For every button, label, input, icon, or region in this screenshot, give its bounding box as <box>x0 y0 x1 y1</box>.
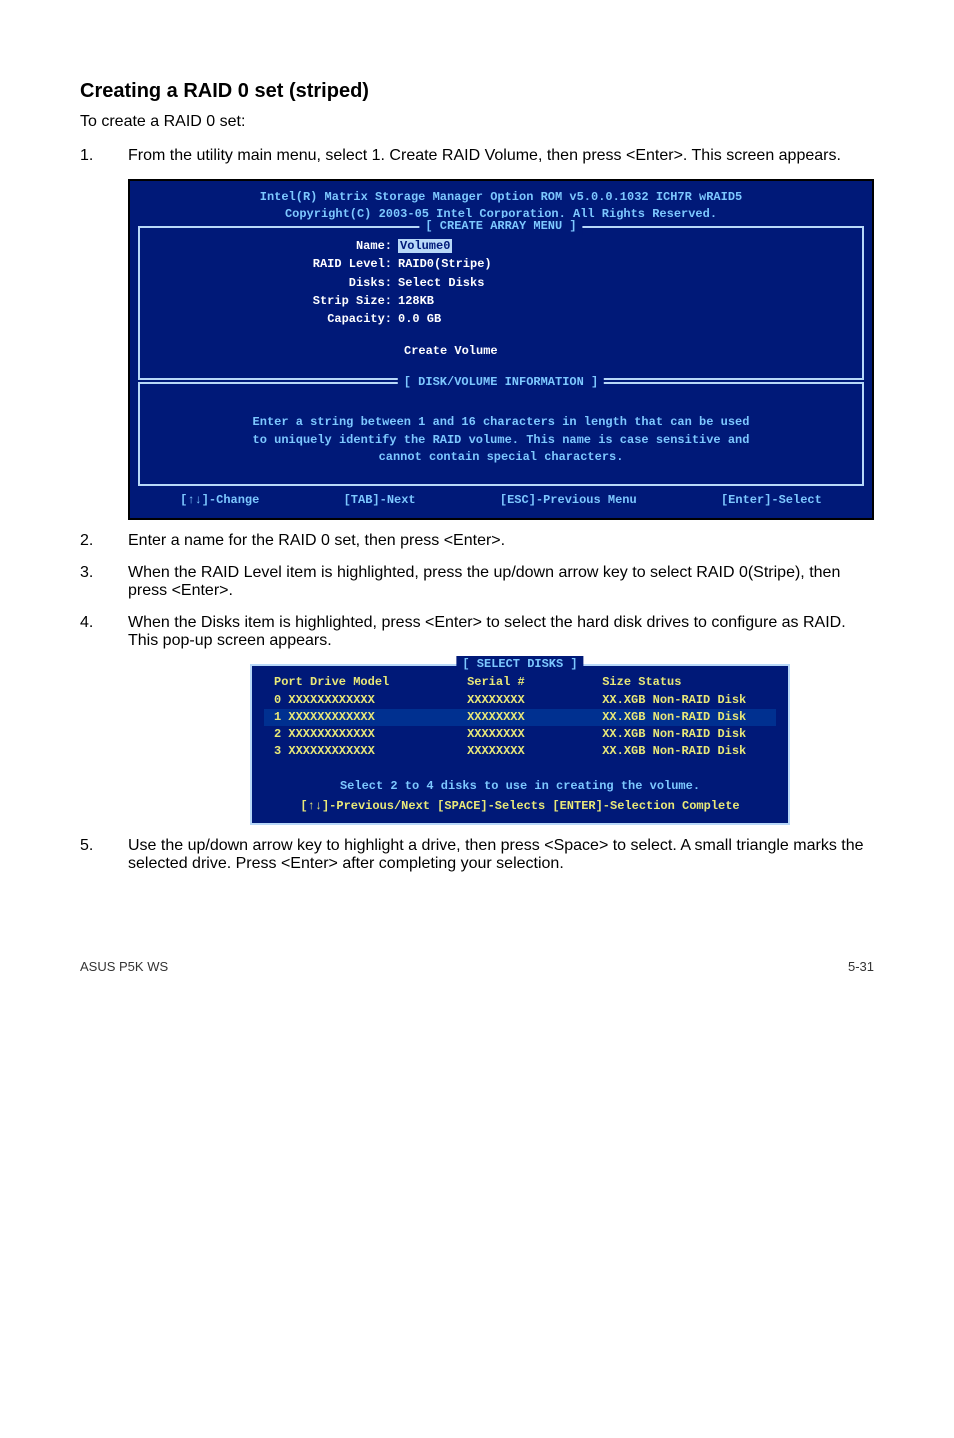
step-2-text: Enter a name for the RAID 0 set, then pr… <box>128 532 505 549</box>
nav-esc: [ESC]-Previous Menu <box>500 492 637 509</box>
step-3: 3. When the RAID Level item is highlight… <box>80 564 874 600</box>
step-2-num: 2. <box>80 532 93 550</box>
header-serial: Serial # <box>467 674 602 691</box>
nav-enter: [Enter]-Select <box>721 492 822 509</box>
disk-0-serial: XXXXXXXX <box>467 692 602 709</box>
create-array-menu-label: [ CREATE ARRAY MENU ] <box>419 218 582 235</box>
step-2: 2. Enter a name for the RAID 0 set, then… <box>80 532 874 550</box>
step-3-text: When the RAID Level item is highlighted,… <box>128 564 840 599</box>
disk-0-status: XX.XGB Non-RAID Disk <box>602 692 776 709</box>
nav-tab: [TAB]-Next <box>344 492 416 509</box>
step-5-num: 5. <box>80 837 93 855</box>
disks-header-row: Port Drive Model Serial # Size Status <box>264 674 776 691</box>
disk-row-2[interactable]: 2 XXXXXXXXXXXX XXXXXXXX XX.XGB Non-RAID … <box>264 726 776 743</box>
disk-1-model: 1 XXXXXXXXXXXX <box>264 709 467 726</box>
step-4-text: When the Disks item is highlighted, pres… <box>128 614 846 649</box>
disk-2-model: 2 XXXXXXXXXXXX <box>264 726 467 743</box>
name-label: Name: <box>148 238 398 255</box>
nav-change: [↑↓]-Change <box>180 492 259 509</box>
footer-right: 5-31 <box>848 959 874 974</box>
raid-level-label: RAID Level: <box>148 256 398 273</box>
disk-row-0[interactable]: 0 XXXXXXXXXXXX XXXXXXXX XX.XGB Non-RAID … <box>264 692 776 709</box>
disk-info-line-2: to uniquely identify the RAID volume. Th… <box>148 432 854 449</box>
page-heading: Creating a RAID 0 set (striped) <box>80 80 874 103</box>
disk-row-3[interactable]: 3 XXXXXXXXXXXX XXXXXXXX XX.XGB Non-RAID … <box>264 743 776 760</box>
step-1-num: 1. <box>80 147 93 165</box>
bios-nav-bar: [↑↓]-Change [TAB]-Next [ESC]-Previous Me… <box>138 492 864 509</box>
bios-create-array-screen: Intel(R) Matrix Storage Manager Option R… <box>128 179 874 520</box>
disk-0-model: 0 XXXXXXXXXXXX <box>264 692 467 709</box>
header-size-status: Size Status <box>602 674 776 691</box>
disks-nav-help: [↑↓]-Previous/Next [SPACE]-Selects [ENTE… <box>264 798 776 815</box>
disk-2-status: XX.XGB Non-RAID Disk <box>602 726 776 743</box>
disk-row-1[interactable]: 1 XXXXXXXXXXXX XXXXXXXX XX.XGB Non-RAID … <box>264 709 776 726</box>
strip-size-label: Strip Size: <box>148 293 398 310</box>
disk-3-model: 3 XXXXXXXXXXXX <box>264 743 467 760</box>
footer-left: ASUS P5K WS <box>80 959 168 974</box>
disk-info-line-3: cannot contain special characters. <box>148 449 854 466</box>
strip-size-value[interactable]: 128KB <box>398 293 434 310</box>
step-4: 4. When the Disks item is highlighted, p… <box>80 614 874 650</box>
step-3-num: 3. <box>80 564 93 582</box>
step-1-text: From the utility main menu, select 1. Cr… <box>128 147 841 164</box>
disks-value[interactable]: Select Disks <box>398 275 484 292</box>
create-volume-action[interactable]: Create Volume <box>148 343 854 360</box>
disk-3-status: XX.XGB Non-RAID Disk <box>602 743 776 760</box>
name-value[interactable]: Volume0 <box>398 239 452 253</box>
disk-1-status: XX.XGB Non-RAID Disk <box>602 709 776 726</box>
disk-3-serial: XXXXXXXX <box>467 743 602 760</box>
bios-title-1: Intel(R) Matrix Storage Manager Option R… <box>138 189 864 206</box>
step-4-num: 4. <box>80 614 93 632</box>
select-disks-popup: [ SELECT DISKS ] Port Drive Model Serial… <box>250 664 790 826</box>
intro-text: To create a RAID 0 set: <box>80 113 874 131</box>
disks-instruction: Select 2 to 4 disks to use in creating t… <box>264 778 776 795</box>
capacity-label: Capacity: <box>148 311 398 328</box>
page-footer: ASUS P5K WS 5-31 <box>80 953 874 974</box>
select-disks-title: [ SELECT DISKS ] <box>456 656 583 673</box>
disks-label: Disks: <box>148 275 398 292</box>
disk-info-line-1: Enter a string between 1 and 16 characte… <box>148 414 854 431</box>
step-1: 1. From the utility main menu, select 1.… <box>80 147 874 165</box>
disk-volume-info-label: [ DISK/VOLUME INFORMATION ] <box>398 374 604 391</box>
disk-1-serial: XXXXXXXX <box>467 709 602 726</box>
step-5-text: Use the up/down arrow key to highlight a… <box>128 837 864 872</box>
step-5: 5. Use the up/down arrow key to highligh… <box>80 837 874 873</box>
disk-2-serial: XXXXXXXX <box>467 726 602 743</box>
capacity-value[interactable]: 0.0 GB <box>398 311 441 328</box>
raid-level-value[interactable]: RAID0(Stripe) <box>398 256 492 273</box>
header-port-drive-model: Port Drive Model <box>264 674 467 691</box>
